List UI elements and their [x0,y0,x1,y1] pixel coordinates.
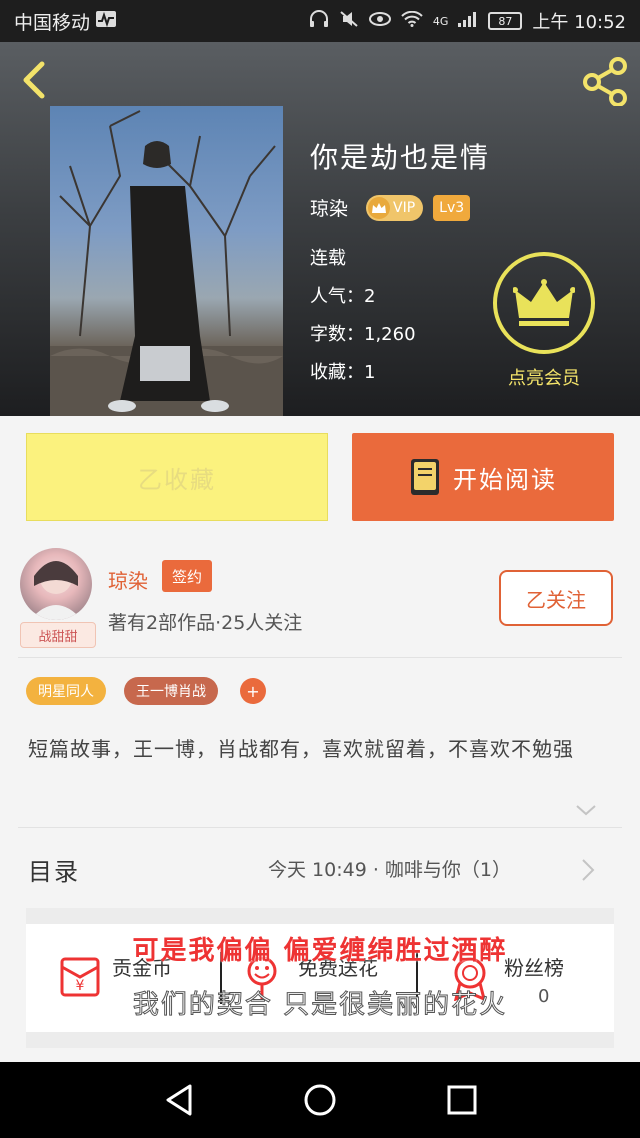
favorite-label: 乙收藏 [138,465,216,494]
book-description: 短篇故事，王一博，肖战都有，喜欢就留着，不喜欢不勉强 [28,737,574,761]
book-cover[interactable] [50,106,283,416]
chevron-right-icon [580,857,596,883]
book-word-count: 字数：1,260 [310,324,416,345]
follow-label: 乙关注 [526,587,586,612]
signed-badge: 签约 [162,560,213,592]
nav-recent-icon[interactable] [440,1078,484,1122]
tag-chip[interactable]: 明星同人 [26,677,106,705]
author-name[interactable]: 琼染 [108,565,148,594]
vip-promo-button[interactable] [493,252,595,354]
book-favorites: 收藏：1 [310,362,376,383]
divider [18,657,622,658]
activity-icon [96,10,117,32]
chevron-down-icon[interactable] [574,800,598,820]
vip-promo-label[interactable]: 点亮会员 [493,364,595,390]
signal-icon [458,11,478,32]
level-badge: Lv3 [433,194,471,221]
clock: 上午 10:52 [532,12,626,33]
crown-icon [513,279,575,326]
vip-badge: VIP [366,194,424,221]
network-type: 4G [432,14,449,28]
add-tag-button[interactable]: + [240,678,266,704]
author-row: 琼染 VIP Lv3 [310,194,471,221]
lyric-line-2: 我们的契合 只是很美丽的花火 [132,990,508,1021]
status-icons: 4G 87 上午 10:52 [309,8,626,34]
author-stats: 著有2部作品·25人关注 [108,612,303,634]
book-popularity: 人气：2 [310,286,376,307]
book-title: 你是劫也是情 [310,141,491,174]
divider [18,827,622,828]
battery-icon: 87 [488,12,523,30]
toc-latest-update: 今天 10:49 · 咖啡与你（1） [268,859,512,881]
book-icon [411,459,439,495]
toc-label: 目录 [28,858,80,886]
wifi-icon [401,10,423,32]
status-bar: 中国移动 4G 87 上午 10:52 [0,0,640,42]
carrier-name: 中国移动 [14,11,91,34]
start-reading-button[interactable]: 开始阅读 [352,433,614,521]
lyric-line-1: 可是我偏偏 偏爱缠绵胜过酒醉 [132,936,508,966]
book-status: 连载 [310,248,346,269]
mute-icon [339,10,359,33]
avatar-tag: 战甜甜 [20,622,96,648]
start-reading-label: 开始阅读 [453,465,557,494]
tag-chip[interactable]: 王一博肖战 [124,677,218,705]
eye-icon [368,11,391,32]
headphones-icon [309,9,329,33]
system-nav-bar [0,1062,640,1138]
follow-button[interactable]: 乙关注 [499,570,613,626]
carrier-group: 中国移动 [14,8,117,35]
share-icon[interactable] [580,56,630,107]
vip-crown-icon [368,196,391,219]
vip-label: VIP [393,199,416,216]
battery-level: 87 [498,14,513,28]
book-header: 你是劫也是情 琼染 VIP Lv3 连载 人气：2 字数：1,260 收藏：1 … [0,42,640,416]
favorite-button[interactable]: 乙收藏 [26,433,328,521]
back-arrow-icon[interactable] [18,60,58,100]
book-author[interactable]: 琼染 [310,194,348,221]
author-avatar[interactable] [20,548,92,620]
nav-back-icon[interactable] [158,1078,202,1122]
nav-home-icon[interactable] [298,1078,342,1122]
